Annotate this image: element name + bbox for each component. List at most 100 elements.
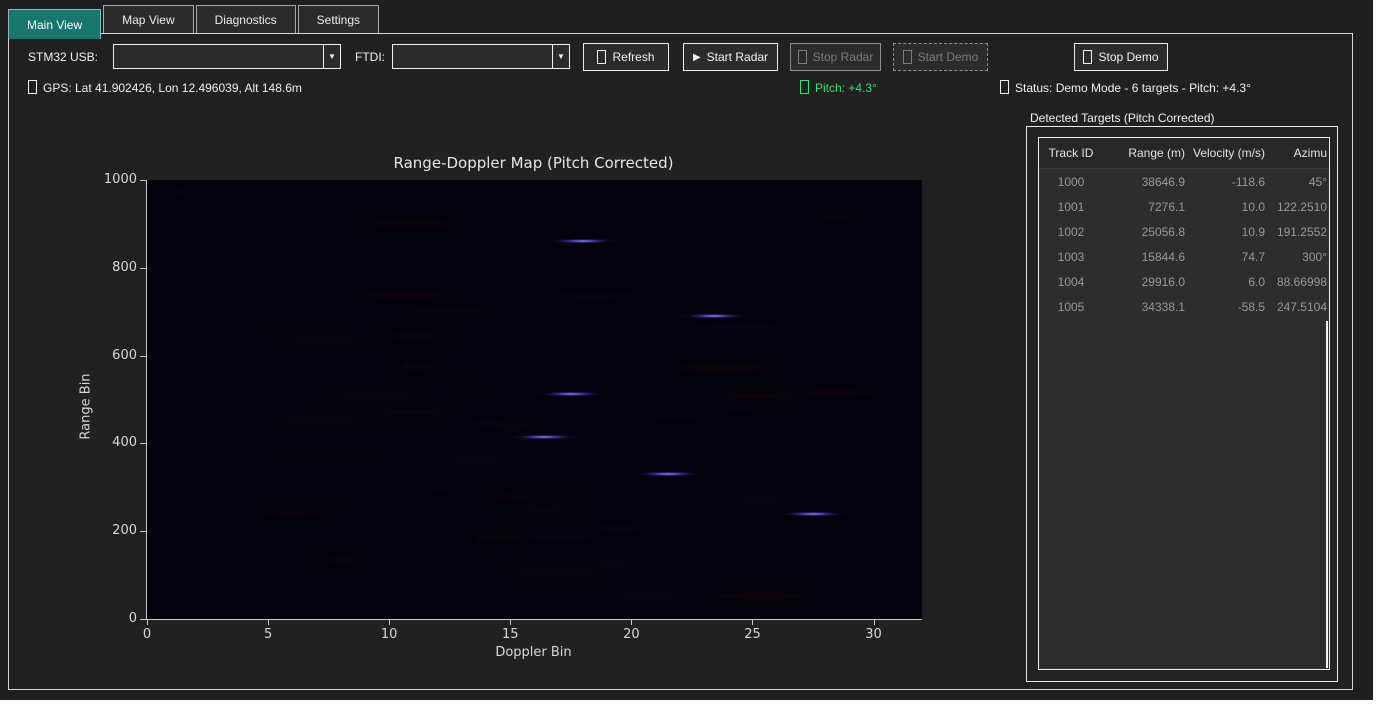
noise-blob [364,291,445,298]
noise-blob [522,507,563,511]
column-header-track-id[interactable]: Track ID [1039,146,1103,160]
y-tick-label: 0 [89,611,137,626]
noise-blob [678,364,766,370]
x-tick [510,619,511,625]
x-tick [752,619,753,625]
targets-table: Track ID Range (m) Velocity (m/s) Azimu … [1038,137,1330,670]
noise-blob [474,536,522,540]
x-tick-label: 20 [611,627,651,642]
plot-canvas [147,180,922,619]
noise-blob [816,480,847,483]
column-header-azimuth[interactable]: Azimu [1269,146,1327,160]
noise-blob [508,513,577,517]
noise-blob [262,511,323,516]
gyro-icon [800,80,809,94]
noise-blob [442,456,511,462]
table-row[interactable]: 10017276.110.0122.2510 [1039,194,1329,219]
stm32-usb-combobox-value [114,45,323,68]
noise-blob [400,363,436,369]
y-tick [140,619,146,620]
column-header-velocity[interactable]: Velocity (m/s) [1189,146,1269,160]
start-radar-button[interactable]: ▶ Start Radar [683,43,778,71]
table-row[interactable]: 100429916.06.088.66998 [1039,269,1329,294]
chevron-down-icon[interactable]: ▼ [323,45,340,68]
stop-demo-button-label: Stop Demo [1098,50,1158,64]
targets-group-title: Detected Targets (Pitch Corrected) [1030,111,1215,125]
ftdi-combobox[interactable]: ▼ [392,44,570,69]
table-row[interactable]: 100038646.9-118.645° [1039,169,1329,194]
noise-blob [692,323,787,329]
y-tick-label: 600 [89,348,137,363]
pitch-indicator-text: Pitch: +4.3° [815,81,877,95]
radar-icon [1000,80,1009,94]
refresh-button-label: Refresh [612,50,654,64]
ftdi-combobox-value [393,45,552,68]
table-cell: 10.9 [1189,225,1269,239]
chevron-down-icon[interactable]: ▼ [552,45,569,68]
targets-table-body: 100038646.9-118.645°10017276.110.0122.25… [1039,169,1329,319]
tab-map-view[interactable]: Map View [103,5,193,33]
column-header-range[interactable]: Range (m) [1103,146,1189,160]
noise-blob [592,525,641,532]
stm32-usb-combobox[interactable]: ▼ [113,44,341,69]
noise-blob [592,562,630,567]
noise-blob [526,493,589,497]
noise-blob [272,488,360,491]
noise-blob [415,486,465,491]
screenshot-root: Main View Map View Diagnostics Settings … [0,0,1380,716]
noise-blob [554,297,635,302]
table-cell: 34338.1 [1103,300,1189,314]
noise-blob [317,557,368,564]
tab-strip: Main View Map View Diagnostics Settings [8,5,381,35]
gps-status: GPS: Lat 41.902426, Lon 12.496039, Alt 1… [28,80,302,95]
table-row[interactable]: 100315844.674.7300° [1039,244,1329,269]
targets-groupbox: Track ID Range (m) Velocity (m/s) Azimu … [1026,126,1338,682]
start-radar-button-label: Start Radar [707,50,768,64]
y-tick-label: 400 [89,435,137,450]
noise-blob [551,292,645,296]
table-cell: 6.0 [1189,275,1269,289]
tab-main-view[interactable]: Main View [8,9,101,39]
noise-blob [571,435,645,438]
table-scrollbar[interactable] [1326,321,1328,668]
x-tick-label: 25 [732,627,772,642]
noise-blob [282,338,365,343]
x-tick [147,619,148,625]
x-tick-label: 5 [248,627,288,642]
noise-blob [277,451,371,455]
table-cell: 1000 [1039,175,1103,189]
range-doppler-plot: 05101520253002004006008001000 [146,180,922,620]
noise-blob [522,535,600,542]
noise-blob [715,593,810,599]
x-tick-label: 10 [369,627,409,642]
noise-blob [737,496,782,502]
noise-blob [379,410,448,415]
table-row[interactable]: 100225056.810.9191.2552 [1039,219,1329,244]
stop-radar-button-label: Stop Radar [813,50,874,64]
radar-status-text: Status: Demo Mode - 6 targets - Pitch: +… [1015,81,1251,95]
y-tick [140,443,146,444]
target-blip [535,391,607,397]
noise-blob [368,221,457,227]
noise-blob [267,333,355,336]
noise-blob [220,556,262,559]
target-blip [508,434,580,440]
table-cell: 38646.9 [1103,175,1189,189]
tab-diagnostics[interactable]: Diagnostics [196,5,296,33]
x-axis-label: Doppler Bin [146,645,921,660]
y-tick [140,268,146,269]
table-cell: 45° [1269,175,1327,189]
tab-settings[interactable]: Settings [298,5,379,33]
table-cell: 74.7 [1189,250,1269,264]
satellite-icon [28,80,37,94]
target-blip [678,313,750,319]
refresh-button[interactable]: Refresh [583,43,669,71]
stop-demo-button[interactable]: Stop Demo [1074,43,1168,71]
table-row[interactable]: 100534338.1-58.5247.5104 [1039,294,1329,319]
table-cell: 25056.8 [1103,225,1189,239]
table-cell: 10.0 [1189,200,1269,214]
x-tick-label: 15 [490,627,530,642]
table-cell: 1001 [1039,200,1103,214]
table-cell: 29916.0 [1103,275,1189,289]
noise-blob [373,333,452,339]
